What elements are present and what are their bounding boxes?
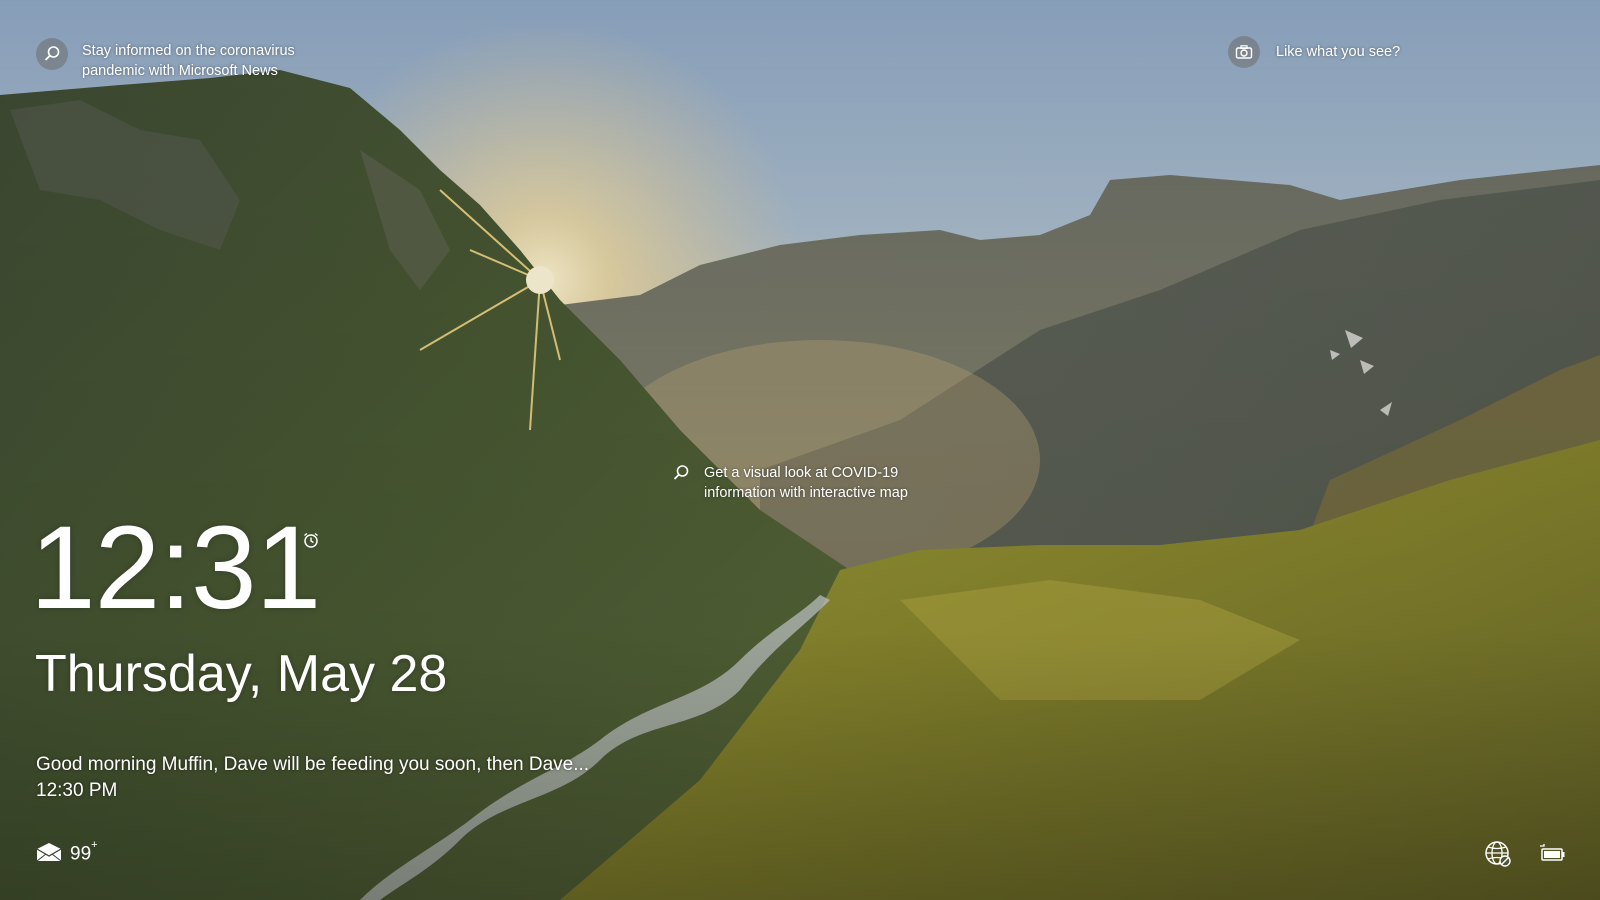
search-icon (672, 464, 692, 484)
search-icon (36, 38, 68, 70)
lock-screen-date: Thursday, May 28 (35, 645, 448, 703)
calendar-event-time: 12:30 PM (36, 780, 118, 801)
camera-icon (1228, 36, 1260, 68)
mail-icon (36, 842, 62, 867)
battery-icon (1538, 842, 1566, 866)
spotlight-hotspot-text: Get a visual look at COVID-19 informatio… (704, 465, 908, 501)
network-globe-icon[interactable] (1484, 840, 1512, 868)
mail-count: 99+ (70, 839, 98, 865)
mail-badge: 99+ (36, 839, 98, 867)
calendar-event-title: Good morning Muffin, Dave will be feedin… (36, 754, 590, 775)
alarm-icon (302, 531, 320, 549)
spotlight-tip-news-text: Stay informed on the coronavirus pandemi… (82, 43, 295, 79)
spotlight-tip-news[interactable]: Stay informed on the coronavirus pandemi… (36, 38, 322, 81)
spotlight-like-button[interactable]: Like what you see? (1228, 36, 1400, 68)
lock-screen-time: 12:31 (30, 502, 321, 634)
spotlight-like-text: Like what you see? (1276, 44, 1401, 60)
mail-count-value: 99 (70, 843, 92, 865)
spotlight-hotspot-covid-map[interactable]: Get a visual look at COVID-19 informatio… (672, 463, 944, 503)
mail-count-suffix: + (91, 839, 98, 852)
